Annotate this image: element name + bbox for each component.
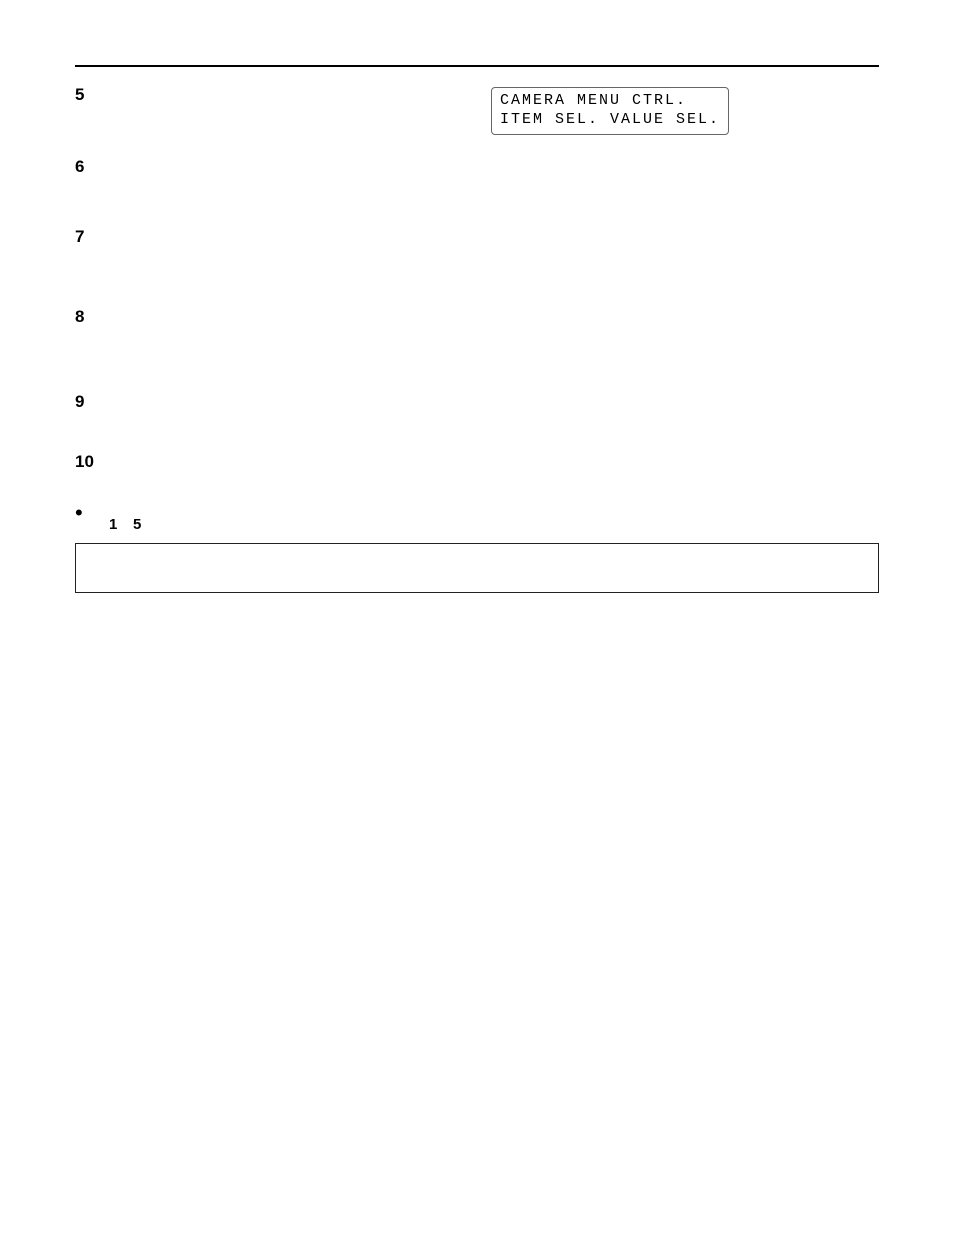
step-7: 7 bbox=[75, 227, 879, 247]
step-6: 6 bbox=[75, 157, 879, 177]
display-line-1: CAMERA MENU CTRL. bbox=[500, 92, 687, 109]
lcd-display: CAMERA MENU CTRL. ITEM SEL. VALUE SEL. bbox=[491, 87, 729, 135]
step-number: 6 bbox=[75, 157, 103, 177]
bullet-number-5: 5 bbox=[127, 516, 147, 533]
note-box bbox=[75, 543, 879, 593]
step-9: 9 bbox=[75, 392, 879, 412]
step-8: 8 bbox=[75, 307, 879, 327]
bullet-number-1: 1 bbox=[103, 516, 123, 533]
bullet-note-line: • 1 5 bbox=[75, 502, 879, 533]
step-number: 8 bbox=[75, 307, 103, 327]
step-number: 5 bbox=[75, 85, 103, 105]
top-divider bbox=[75, 65, 879, 67]
step-10: 10 bbox=[75, 452, 879, 472]
step-number: 10 bbox=[75, 452, 103, 472]
step-5: 5 CAMERA MENU CTRL. ITEM SEL. VALUE SEL. bbox=[75, 85, 879, 139]
bullet-icon: • bbox=[75, 502, 103, 524]
step-number: 9 bbox=[75, 392, 103, 412]
display-line-2: ITEM SEL. VALUE SEL. bbox=[500, 111, 720, 128]
step-number: 7 bbox=[75, 227, 103, 247]
